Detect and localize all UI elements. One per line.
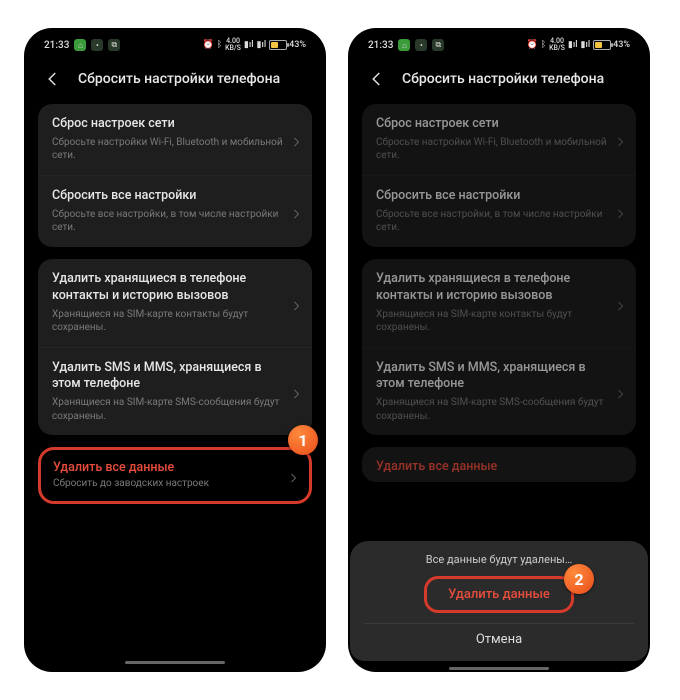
status-bar: 21:33 ⌂ • ⧉ ⏰ ᛒ 4.00 KB/S ▮ıl ▮ıl 43% — [354, 34, 644, 56]
item-title: Удалить SMS и MMS, хранящиеся в этом тел… — [376, 360, 622, 394]
phone-screenshot-left: 21:33 ⌂ • ⧉ ⏰ ᛒ 4.00 KB/S ▮ıl ▮ıl 43% Сб… — [24, 28, 326, 672]
item-subtitle: Сбросьте все настройки, в том числе наст… — [376, 208, 622, 235]
bluetooth-icon: ᛒ — [541, 40, 546, 50]
battery-indicator: 43% — [269, 40, 306, 50]
alarm-icon: ⏰ — [202, 40, 213, 50]
chevron-right-icon — [614, 205, 626, 217]
chevron-right-icon — [290, 205, 302, 217]
item-reset-all-settings[interactable]: Сбросить все настройки Сбросьте все наст… — [38, 175, 312, 247]
signal-2-icon: ▮ıl — [257, 40, 267, 50]
dialog-cancel-button[interactable]: Отмена — [364, 623, 634, 651]
item-subtitle: Хранящиеся на SIM-карте SMS-сообщения бу… — [52, 396, 298, 423]
item-reset-network[interactable]: Сброс настроек сети Сбросьте настройки W… — [38, 104, 312, 175]
item-subtitle: Сбросьте настройки Wi-Fi, Bluetooth и мо… — [376, 136, 622, 163]
network-speed: 4.00 KB/S — [225, 38, 241, 52]
item-title: Удалить SMS и MMS, хранящиеся в этом тел… — [52, 360, 298, 394]
item-title: Сбросить все настройки — [52, 188, 298, 205]
chevron-right-icon — [287, 469, 299, 481]
item-reset-all-settings[interactable]: Сбросить все настройки Сбросьте все наст… — [362, 175, 636, 247]
item-delete-all-data-partial: Удалить все данные — [362, 447, 636, 482]
battery-indicator: 43% — [593, 40, 630, 50]
chevron-right-icon — [290, 297, 302, 309]
dialog-backdrop: Все данные будут удалены… 2 Удалить данн… — [348, 541, 650, 672]
item-delete-contacts[interactable]: Удалить хранящиеся в телефоне контакты и… — [362, 259, 636, 347]
bluetooth-icon: ᛒ — [217, 40, 222, 50]
item-reset-network[interactable]: Сброс настроек сети Сбросьте настройки W… — [362, 104, 636, 175]
item-delete-contacts[interactable]: Удалить хранящиеся в телефоне контакты и… — [38, 259, 312, 347]
item-subtitle: Сбросьте все настройки, в том числе наст… — [52, 208, 298, 235]
callout-badge-1: 1 — [288, 425, 318, 455]
signal-2-icon: ▮ıl — [581, 40, 591, 50]
item-subtitle: Хранящиеся на SIM-карте контакты будут с… — [376, 308, 622, 335]
item-title: Сброс настроек сети — [376, 116, 622, 133]
chevron-right-icon — [614, 133, 626, 145]
app-icon-1: ⌂ — [398, 39, 410, 51]
status-bar: 21:33 ⌂ • ⧉ ⏰ ᛒ 4.00 KB/S ▮ıl ▮ıl 43% — [30, 34, 320, 56]
page-title: Сбросить настройки телефона — [78, 71, 280, 87]
signal-1-icon: ▮ıl — [568, 40, 578, 50]
chevron-right-icon — [614, 385, 626, 397]
app-icon-3: ⧉ — [108, 39, 120, 51]
home-indicator[interactable] — [125, 661, 225, 664]
app-header: Сбросить настройки телефона — [30, 56, 320, 98]
home-indicator[interactable] — [449, 667, 549, 670]
status-time: 21:33 — [368, 40, 393, 51]
chevron-right-icon — [614, 297, 626, 309]
app-icon-2: • — [91, 39, 103, 51]
item-subtitle: Хранящиеся на SIM-карте контакты будут с… — [52, 308, 298, 335]
item-title: Удалить хранящиеся в телефоне контакты и… — [52, 271, 298, 305]
chevron-right-icon — [290, 385, 302, 397]
highlighted-delete-all-data[interactable]: Удалить все данные Сбросить до заводских… — [38, 447, 312, 503]
signal-1-icon: ▮ıl — [244, 40, 254, 50]
item-subtitle: Хранящиеся на SIM-карте SMS-сообщения бу… — [376, 396, 622, 423]
page-title: Сбросить настройки телефона — [402, 71, 604, 87]
dialog-message: Все данные будут удалены… — [364, 553, 634, 566]
confirm-dialog: Все данные будут удалены… 2 Удалить данн… — [350, 541, 648, 661]
item-title: Удалить все данные — [53, 460, 297, 477]
back-button[interactable] — [44, 70, 62, 88]
status-time: 21:33 — [44, 40, 69, 51]
callout-badge-2: 2 — [564, 564, 594, 594]
item-title: Сбросить все настройки — [376, 188, 622, 205]
item-delete-sms[interactable]: Удалить SMS и MMS, хранящиеся в этом тел… — [38, 347, 312, 436]
settings-group-delete: Удалить хранящиеся в телефоне контакты и… — [38, 259, 312, 436]
item-subtitle: Сбросьте настройки Wi-Fi, Bluetooth и мо… — [52, 136, 298, 163]
item-subtitle: Сбросить до заводских настроек — [53, 477, 297, 491]
app-icon-1: ⌂ — [74, 39, 86, 51]
item-delete-sms[interactable]: Удалить SMS и MMS, хранящиеся в этом тел… — [362, 347, 636, 436]
settings-group-network: Сброс настроек сети Сбросьте настройки W… — [38, 104, 312, 247]
app-icon-2: • — [415, 39, 427, 51]
settings-group-network: Сброс настроек сети Сбросьте настройки W… — [362, 104, 636, 247]
settings-content: Сброс настроек сети Сбросьте настройки W… — [30, 98, 320, 655]
item-title: Удалить все данные — [376, 459, 622, 476]
back-button[interactable] — [368, 70, 386, 88]
network-speed: 4.00 KB/S — [549, 38, 565, 52]
settings-group-delete: Удалить хранящиеся в телефоне контакты и… — [362, 259, 636, 436]
alarm-icon: ⏰ — [526, 40, 537, 50]
app-icon-3: ⧉ — [432, 39, 444, 51]
item-title: Удалить хранящиеся в телефоне контакты и… — [376, 271, 622, 305]
dialog-confirm-button[interactable]: Удалить данные — [424, 576, 574, 613]
phone-screenshot-right: 21:33 ⌂ • ⧉ ⏰ ᛒ 4.00 KB/S ▮ıl ▮ıl 43% Сб… — [348, 28, 650, 672]
chevron-right-icon — [290, 133, 302, 145]
app-header: Сбросить настройки телефона — [354, 56, 644, 98]
item-title: Сброс настроек сети — [52, 116, 298, 133]
